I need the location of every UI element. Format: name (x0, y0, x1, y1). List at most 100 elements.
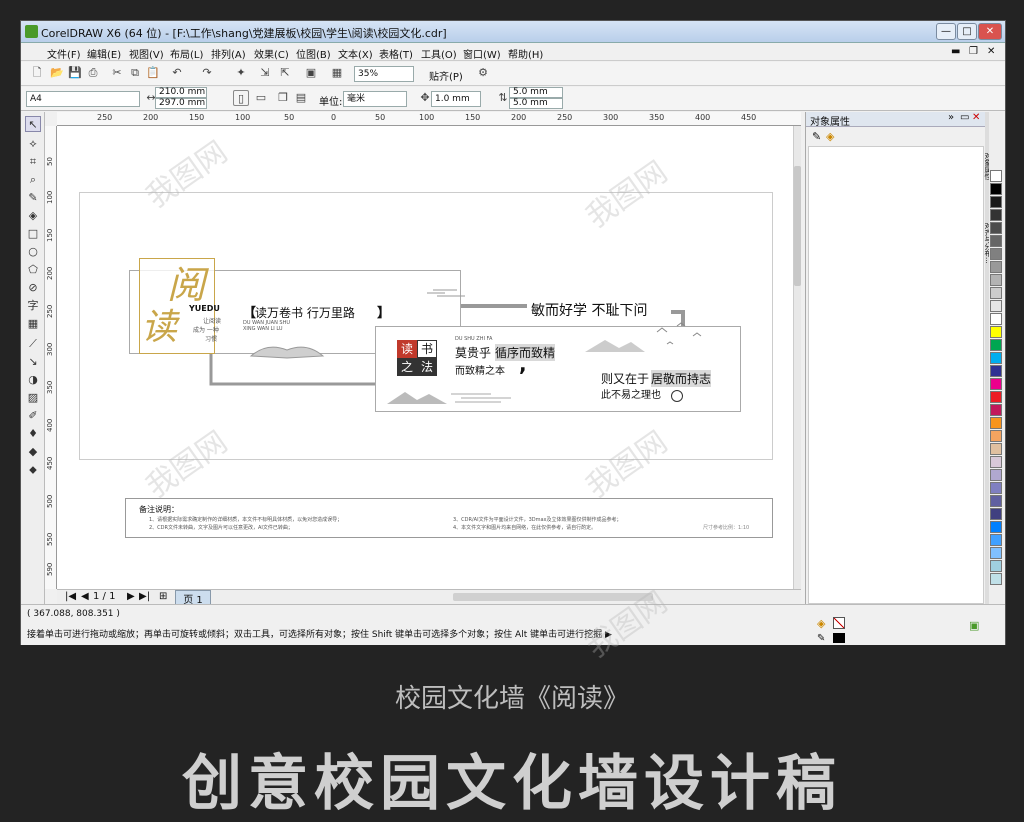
cut-icon[interactable]: ✂ (109, 65, 125, 81)
redo-icon[interactable]: ↷ (199, 65, 215, 81)
palette-swatch[interactable] (990, 391, 1002, 403)
zoom-level-field[interactable]: 35% (354, 66, 414, 82)
doc-minimize-icon[interactable]: ▬ (951, 46, 960, 57)
page-size-select[interactable]: A4 (26, 91, 140, 107)
outline-status-icon[interactable]: ✎ (817, 633, 825, 644)
palette-swatch[interactable] (990, 352, 1002, 364)
palette-swatch[interactable] (990, 560, 1002, 572)
palette-swatch[interactable] (990, 235, 1002, 247)
palette-swatch[interactable] (990, 248, 1002, 260)
palette-swatch[interactable] (990, 274, 1002, 286)
doc-restore-icon[interactable]: ❐ (969, 46, 978, 57)
crop-tool-icon[interactable]: ⌗ (25, 154, 41, 170)
publish-icon[interactable]: ▣ (303, 65, 319, 81)
all-pages-icon[interactable]: ❐ (275, 90, 291, 106)
palette-swatch[interactable] (990, 378, 1002, 390)
current-page-icon[interactable]: ▤ (293, 90, 309, 106)
duplicate-x-field[interactable]: 5.0 mm (509, 87, 563, 98)
polygon-tool-icon[interactable]: ⬠ (25, 262, 41, 278)
eyedropper-tool-icon[interactable]: ✐ (25, 408, 41, 424)
palette-swatch[interactable] (990, 482, 1002, 494)
palette-swatch[interactable] (990, 547, 1002, 559)
options-icon[interactable]: ⚙ (475, 65, 491, 81)
vertical-scrollbar[interactable] (793, 126, 801, 589)
pick-tool-icon[interactable]: ↖ (25, 116, 41, 132)
portrait-icon[interactable]: ▯ (233, 90, 249, 106)
doc-close-icon[interactable]: ✕ (987, 46, 995, 57)
basic-shapes-icon[interactable]: ⊘ (25, 280, 41, 296)
save-icon[interactable]: 💾 (67, 65, 83, 81)
snap-to-dropdown[interactable]: 贴齐(P) (429, 68, 463, 83)
unit-select[interactable]: 毫米 (343, 91, 407, 107)
duplicate-y-field[interactable]: 5.0 mm (509, 98, 563, 109)
vertical-scroll-thumb[interactable] (794, 166, 801, 286)
transparency-tool-icon[interactable]: ▨ (25, 390, 41, 406)
palette-swatch[interactable] (990, 339, 1002, 351)
close-button[interactable]: ✕ (978, 23, 1002, 40)
maximize-button[interactable]: □ (957, 23, 977, 40)
palette-swatch[interactable] (990, 222, 1002, 234)
first-page-icon[interactable]: |◀ (65, 591, 76, 602)
ellipse-tool-icon[interactable]: ○ (25, 244, 41, 260)
outline-pen-docker-icon[interactable]: ✎ (812, 130, 821, 143)
menu-tools[interactable]: 工具(O) (421, 46, 457, 61)
undo-icon[interactable]: ↶ (169, 65, 185, 81)
nudge-field[interactable]: 1.0 mm (431, 91, 481, 107)
palette-swatch[interactable] (990, 300, 1002, 312)
menu-help[interactable]: 帮助(H) (508, 46, 543, 61)
page-width-field[interactable]: 210.0 mm (155, 87, 207, 98)
menu-arrange[interactable]: 排列(A) (211, 46, 246, 61)
smart-fill-icon[interactable]: ◈ (25, 208, 41, 224)
palette-swatch[interactable] (990, 261, 1002, 273)
docker-close-icon[interactable]: ✕ (972, 112, 980, 123)
zoom-tool-icon[interactable]: ⌕ (25, 172, 41, 188)
palette-swatch[interactable] (990, 430, 1002, 442)
export-icon[interactable]: ⇱ (277, 65, 293, 81)
palette-swatch[interactable] (990, 521, 1002, 533)
docker-minimize-icon[interactable]: ▭ (960, 112, 969, 123)
table-tool-icon[interactable]: ▦ (25, 316, 41, 332)
palette-swatch[interactable] (990, 469, 1002, 481)
docker-collapse-icon[interactable]: » (948, 112, 954, 123)
freehand-tool-icon[interactable]: ✎ (25, 190, 41, 206)
palette-swatch[interactable] (990, 183, 1002, 195)
app-launcher-icon[interactable]: ▦ (329, 65, 345, 81)
palette-swatch[interactable] (990, 365, 1002, 377)
paste-icon[interactable]: 📋 (145, 65, 161, 81)
page-height-field[interactable]: 297.0 mm (155, 98, 207, 109)
fill-docker-icon[interactable]: ◈ (826, 130, 834, 143)
menu-effects[interactable]: 效果(C) (254, 46, 289, 61)
palette-swatch[interactable] (990, 495, 1002, 507)
palette-swatch[interactable] (990, 443, 1002, 455)
menu-bitmaps[interactable]: 位图(B) (296, 46, 331, 61)
menu-text[interactable]: 文本(X) (338, 46, 373, 61)
menu-edit[interactable]: 编辑(E) (87, 46, 121, 61)
palette-swatch[interactable] (990, 417, 1002, 429)
add-page-icon[interactable]: ⊞ (159, 591, 167, 602)
print-icon[interactable]: ⎙ (85, 65, 101, 81)
palette-swatch[interactable] (990, 404, 1002, 416)
import-icon[interactable]: ⇲ (257, 65, 273, 81)
rectangle-tool-icon[interactable]: □ (25, 226, 41, 242)
palette-swatch[interactable] (990, 313, 1002, 325)
palette-swatch[interactable] (990, 287, 1002, 299)
blend-tool-icon[interactable]: ◑ (25, 372, 41, 388)
copy-icon[interactable]: ⧉ (127, 65, 143, 81)
palette-swatch[interactable] (990, 170, 1002, 182)
minimize-button[interactable]: — (936, 23, 956, 40)
connector-tool-icon[interactable]: ↘ (25, 354, 41, 370)
palette-swatch[interactable] (990, 508, 1002, 520)
menu-view[interactable]: 视图(V) (129, 46, 164, 61)
color-management-icon[interactable]: ▣ (969, 619, 979, 632)
palette-swatch[interactable] (990, 573, 1002, 585)
last-page-icon[interactable]: ▶| (139, 591, 150, 602)
shape-tool-icon[interactable]: ⟡ (25, 136, 41, 152)
text-tool-icon[interactable]: 字 (25, 298, 41, 314)
fill-tool-icon[interactable]: ◆ (25, 444, 41, 460)
open-icon[interactable]: 📂 (49, 65, 65, 81)
menu-layout[interactable]: 布局(L) (170, 46, 203, 61)
palette-swatch[interactable] (990, 534, 1002, 546)
menu-table[interactable]: 表格(T) (379, 46, 413, 61)
palette-swatch[interactable] (990, 209, 1002, 221)
next-page-icon[interactable]: ▶ (127, 591, 135, 602)
